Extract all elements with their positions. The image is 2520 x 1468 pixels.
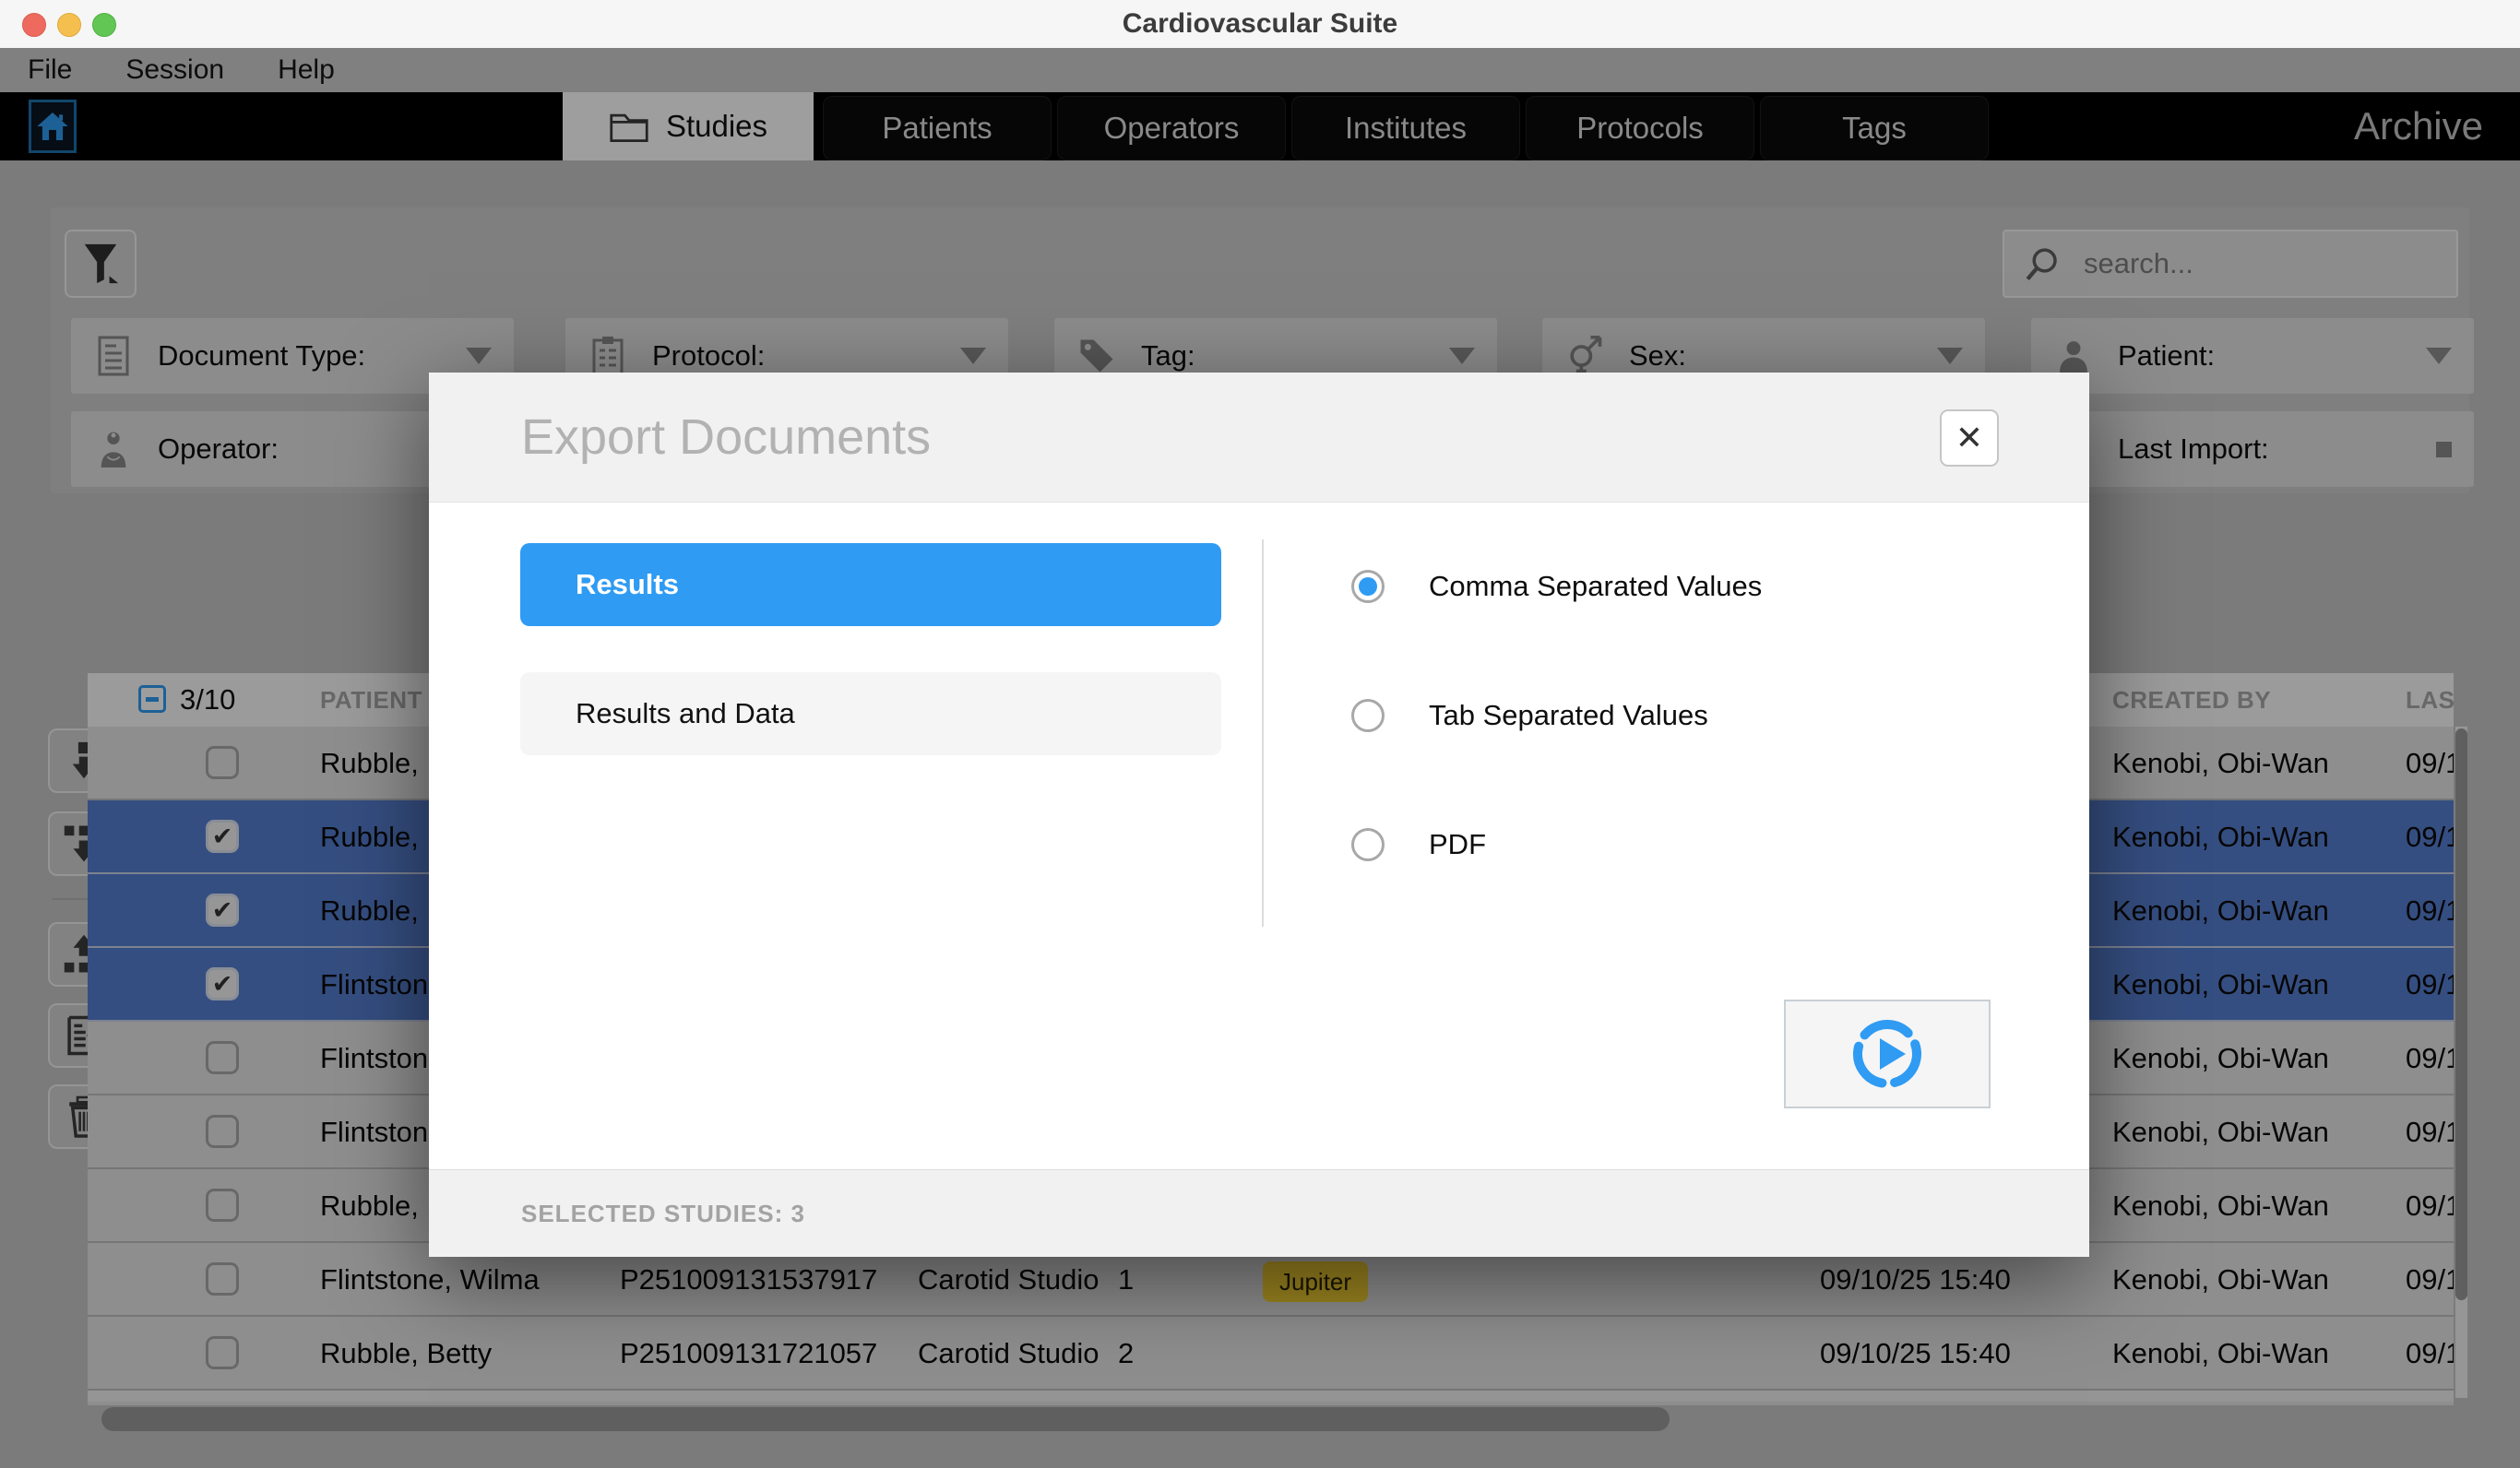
format-option-label: Tab Separated Values xyxy=(1429,699,1708,732)
format-option-pdf[interactable]: PDF xyxy=(1351,826,1486,863)
dialog-footer: SELECTED STUDIES: 3 xyxy=(429,1169,2089,1257)
selected-studies-label: SELECTED STUDIES: 3 xyxy=(521,1200,805,1228)
format-option-label: Comma Separated Values xyxy=(1429,570,1762,603)
format-option-label: PDF xyxy=(1429,828,1486,861)
window-title: Cardiovascular Suite xyxy=(0,0,2520,48)
radio-icon xyxy=(1351,570,1385,603)
format-option-csv[interactable]: Comma Separated Values xyxy=(1351,568,1762,605)
radio-icon xyxy=(1351,699,1385,732)
scope-results-button[interactable]: Results xyxy=(520,543,1221,626)
close-icon: ✕ xyxy=(1955,419,1983,457)
close-button[interactable]: ✕ xyxy=(1940,409,1999,467)
panel-divider xyxy=(1262,539,1264,927)
dialog-title: Export Documents xyxy=(521,373,931,503)
scope-results-and-data-button[interactable]: Results and Data xyxy=(520,672,1221,755)
dialog-header: Export Documents ✕ xyxy=(429,373,2089,503)
format-option-tsv[interactable]: Tab Separated Values xyxy=(1351,697,1708,734)
scope-results-label: Results xyxy=(576,568,679,601)
export-run-icon xyxy=(1848,1014,1927,1094)
start-export-button[interactable] xyxy=(1784,1000,1991,1108)
window-titlebar: Cardiovascular Suite xyxy=(0,0,2520,49)
scope-results-and-data-label: Results and Data xyxy=(576,697,795,730)
radio-icon xyxy=(1351,828,1385,861)
export-documents-dialog: Export Documents ✕ Results Results and D… xyxy=(429,373,2089,1257)
